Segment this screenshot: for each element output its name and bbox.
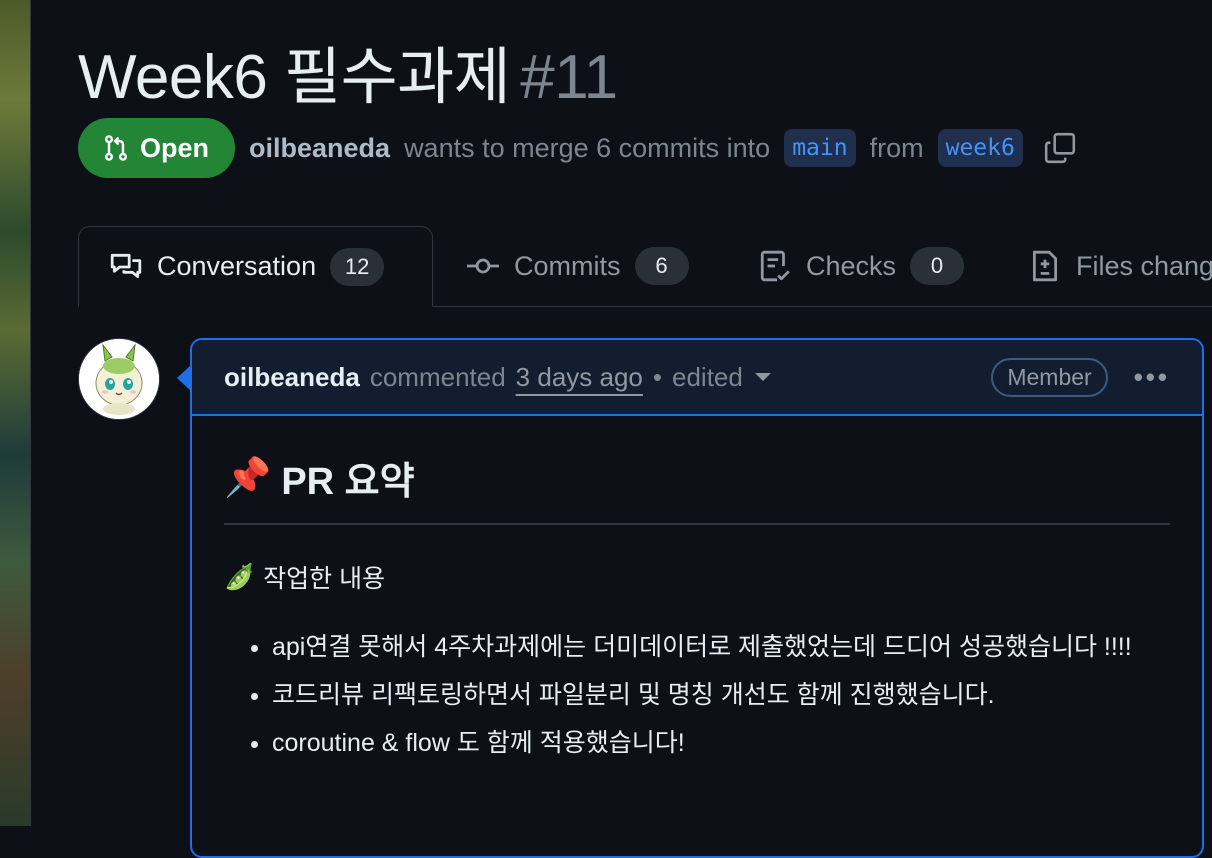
merge-description: wants to merge 6 commits into bbox=[404, 132, 771, 163]
copy-icon[interactable] bbox=[1043, 131, 1077, 165]
head-branch-label[interactable]: week6 bbox=[937, 129, 1023, 167]
commit-icon bbox=[467, 258, 499, 274]
comment-action: commented bbox=[369, 361, 506, 392]
tab-label: Checks bbox=[806, 250, 897, 281]
comment-body: 📌 PR 요약 🫛 작업한 내용 api연결 못해서 4주차과제에는 더미데이터… bbox=[192, 416, 1202, 765]
tab-counter: 12 bbox=[330, 247, 385, 286]
pr-title-row: Week6 필수과제 #11 bbox=[78, 26, 618, 116]
comment-discussion-icon bbox=[110, 253, 142, 278]
tab-label: Commits bbox=[514, 250, 621, 281]
pr-state-badge: Open bbox=[78, 118, 236, 178]
pr-number: #11 bbox=[520, 43, 618, 112]
separator-dot: • bbox=[652, 361, 662, 392]
pull-request-page: Week6 필수과제 #11 Open oilbeaneda wants to m… bbox=[78, 0, 1212, 858]
checklist-icon bbox=[760, 250, 790, 282]
more-options-icon[interactable]: ••• bbox=[1134, 362, 1170, 393]
tab-label: Conversation bbox=[157, 251, 317, 281]
chevron-down-icon[interactable] bbox=[754, 373, 771, 381]
tab-counter: 6 bbox=[634, 247, 689, 285]
pr-meta-row: Open oilbeaneda wants to merge 6 commits… bbox=[78, 118, 1077, 178]
avatar-character-icon bbox=[79, 339, 159, 419]
list-item: 코드리뷰 리팩토링하면서 파일분리 및 명칭 개선도 함께 진행했습니다. bbox=[272, 673, 1170, 717]
comment-heading: 📌 PR 요약 bbox=[224, 450, 1170, 525]
tab-files-changed[interactable]: Files chang bbox=[1028, 226, 1212, 306]
pr-author-link[interactable]: oilbeaneda bbox=[249, 133, 390, 164]
comment-card: oilbeaneda commented 3 days ago • edited… bbox=[190, 338, 1204, 858]
tab-conversation[interactable]: Conversation 12 bbox=[78, 226, 433, 307]
comment-header: oilbeaneda commented 3 days ago • edited… bbox=[192, 340, 1202, 416]
list-item: coroutine & flow 도 함께 적용했습니다! bbox=[272, 721, 1170, 765]
edited-dropdown-label[interactable]: edited bbox=[672, 362, 743, 393]
pr-title: Week6 필수과제 bbox=[78, 43, 511, 112]
file-diff-icon bbox=[1032, 250, 1058, 282]
tab-label: Files chang bbox=[1076, 250, 1212, 281]
tab-commits[interactable]: Commits 6 bbox=[466, 226, 689, 306]
comment-author-link[interactable]: oilbeaneda bbox=[224, 362, 360, 393]
git-pull-request-icon bbox=[104, 135, 128, 161]
tab-checks[interactable]: Checks 0 bbox=[758, 226, 965, 306]
member-badge: Member bbox=[991, 357, 1108, 397]
tab-counter: 0 bbox=[910, 247, 965, 285]
pr-tabs: Conversation 12 Commits 6 Checks 0 Files… bbox=[78, 226, 1212, 307]
background-wallpaper-strip bbox=[0, 0, 31, 826]
pr-state-label: Open bbox=[140, 132, 210, 163]
list-item: api연결 못해서 4주차과제에는 더미데이터로 제출했었는데 드디어 성공했습… bbox=[272, 625, 1170, 669]
from-text: from bbox=[869, 132, 924, 163]
avatar[interactable] bbox=[78, 338, 160, 420]
section-label-text: 작업한 내용 bbox=[263, 565, 386, 593]
base-branch-label[interactable]: main bbox=[784, 129, 856, 167]
comment-timestamp-link[interactable]: 3 days ago bbox=[516, 362, 643, 393]
work-list: api연결 못해서 4주차과제에는 더미데이터로 제출했었는데 드디어 성공했습… bbox=[224, 625, 1170, 765]
pea-pod-icon: 🫛 bbox=[224, 562, 256, 591]
pushpin-icon: 📌 bbox=[224, 455, 272, 499]
section-label: 🫛 작업한 내용 bbox=[224, 559, 1170, 595]
comment-pointer bbox=[177, 365, 191, 391]
heading-text: PR 요약 bbox=[281, 461, 415, 503]
